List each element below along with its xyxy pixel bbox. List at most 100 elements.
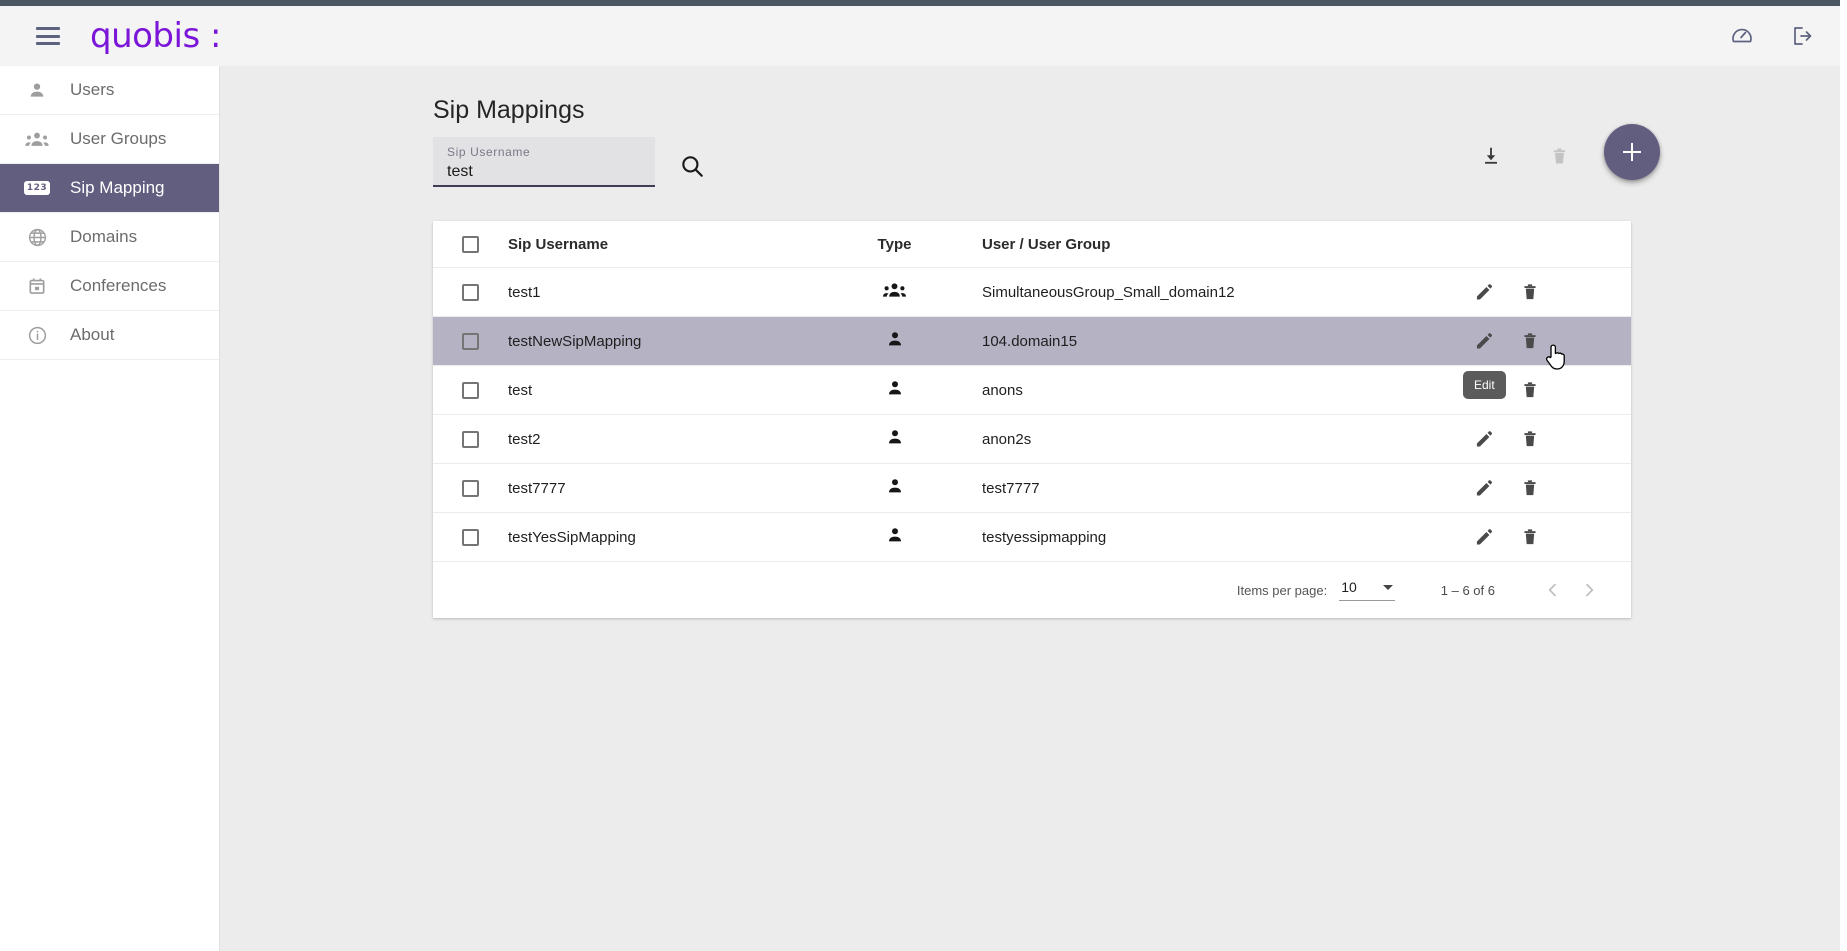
cell-user-group: anons xyxy=(982,381,1023,399)
table-row[interactable]: testYesSipMapping testyessipmapping xyxy=(433,513,1631,562)
row-checkbox[interactable] xyxy=(462,528,479,546)
table-row[interactable]: test1 SimultaneousGroup_Small_domain12 xyxy=(433,268,1631,317)
row-select-cell xyxy=(433,332,508,350)
delete-row-trash-icon[interactable] xyxy=(1517,328,1543,354)
edit-row-pencil-icon[interactable] xyxy=(1471,426,1497,452)
column-header-sip-username[interactable]: Sip Username xyxy=(508,236,863,253)
main-content: Sip Mappings Sip Username test Sip Usern… xyxy=(220,66,1840,951)
row-checkbox[interactable] xyxy=(462,430,479,448)
row-checkbox[interactable] xyxy=(462,283,479,301)
sidebar-item-label: About xyxy=(70,325,115,344)
person-icon xyxy=(886,330,904,352)
delete-row-trash-icon[interactable] xyxy=(1517,426,1543,452)
person-icon xyxy=(886,428,904,450)
row-select-cell xyxy=(433,381,508,399)
hamburger-bar xyxy=(36,34,60,38)
cell-type xyxy=(863,477,926,499)
edit-row-pencil-icon[interactable] xyxy=(1471,279,1497,305)
chevron-down-icon xyxy=(1382,584,1393,590)
cell-type xyxy=(863,281,926,303)
brand-logo[interactable]: quobis : xyxy=(90,16,221,56)
pagination-range-label: 1 – 6 of 6 xyxy=(1440,582,1495,598)
hamburger-bar xyxy=(36,27,60,30)
cell-sip-username: test2 xyxy=(508,430,541,448)
cell-user-group: test7777 xyxy=(982,479,1040,497)
hamburger-bar xyxy=(36,42,60,45)
items-per-page-label: Items per page: xyxy=(1236,582,1328,598)
edit-row-pencil-icon[interactable] xyxy=(1471,524,1497,550)
cell-type xyxy=(863,428,926,450)
sidebar: Users User Groups 123 Sip Mapping Domain… xyxy=(0,66,220,951)
search-icon[interactable] xyxy=(677,151,707,181)
table-row[interactable]: test7777 test7777 xyxy=(433,464,1631,513)
delete-row-trash-icon[interactable] xyxy=(1517,279,1543,305)
search-input[interactable]: Sip Username test xyxy=(433,137,655,187)
row-checkbox[interactable] xyxy=(462,332,479,350)
numbers-123-icon: 123 xyxy=(23,175,51,201)
person-icon xyxy=(24,77,50,103)
scrollbar-gutter xyxy=(1840,0,1847,951)
delete-row-trash-icon[interactable] xyxy=(1517,377,1543,403)
cell-user-group: testyessipmapping xyxy=(982,528,1107,546)
cell-user-group: SimultaneousGroup_Small_domain12 xyxy=(982,283,1235,301)
sidebar-item-label: Sip Mapping xyxy=(70,178,165,197)
table-pagination: Items per page: 10 1 – 6 of 6 xyxy=(433,562,1631,618)
page-title: Sip Mappings xyxy=(433,96,585,124)
person-icon xyxy=(886,477,904,499)
app-header: quobis : xyxy=(0,6,1840,66)
hamburger-icon[interactable] xyxy=(36,27,60,45)
row-select-cell xyxy=(433,283,508,301)
select-all-checkbox[interactable] xyxy=(462,235,479,253)
table-row[interactable]: testNewSipMapping 104.domain15 xyxy=(433,317,1631,366)
next-page-button[interactable] xyxy=(1571,572,1607,608)
cell-user-group: 104.domain15 xyxy=(982,332,1078,350)
edit-row-pencil-icon[interactable] xyxy=(1471,475,1497,501)
edit-tooltip: Edit xyxy=(1463,371,1506,399)
header-actions xyxy=(1730,24,1814,48)
sidebar-item-users[interactable]: Users xyxy=(0,66,219,115)
person-icon xyxy=(886,379,904,401)
cell-sip-username: testYesSipMapping xyxy=(508,528,636,546)
sidebar-item-sip-mapping[interactable]: 123 Sip Mapping xyxy=(0,164,219,213)
group-icon xyxy=(883,281,906,303)
table-row[interactable]: test2 anon2s xyxy=(433,415,1631,464)
numbers-123-glyph: 123 xyxy=(23,181,51,195)
cell-type xyxy=(863,526,926,548)
delete-selected-trash-icon[interactable] xyxy=(1536,133,1582,179)
row-select-cell xyxy=(433,479,508,497)
column-header-user-group[interactable]: User / User Group xyxy=(926,236,1471,253)
row-checkbox[interactable] xyxy=(462,381,479,399)
add-sip-mapping-button[interactable] xyxy=(1604,124,1660,180)
cell-sip-username: test7777 xyxy=(508,479,566,497)
search-area: Sip Username test xyxy=(433,137,707,187)
edit-row-pencil-icon[interactable] xyxy=(1471,328,1497,354)
delete-row-trash-icon[interactable] xyxy=(1517,524,1543,550)
column-header-type[interactable]: Type xyxy=(863,236,926,253)
sidebar-item-label: User Groups xyxy=(70,129,167,148)
cell-sip-username: testNewSipMapping xyxy=(508,332,642,350)
dashboard-speedometer-icon[interactable] xyxy=(1730,24,1754,48)
row-select-cell xyxy=(433,528,508,546)
table-row[interactable]: test anons Edit xyxy=(433,366,1631,415)
sidebar-item-conferences[interactable]: Conferences xyxy=(0,262,219,311)
logout-icon[interactable] xyxy=(1790,24,1814,48)
row-select-cell xyxy=(433,430,508,448)
sidebar-item-label: Users xyxy=(70,80,115,99)
sidebar-item-label: Domains xyxy=(70,227,138,246)
delete-row-trash-icon[interactable] xyxy=(1517,475,1543,501)
row-actions xyxy=(1471,524,1631,550)
cell-sip-username: test xyxy=(508,381,533,399)
row-actions xyxy=(1471,328,1631,354)
sidebar-item-label: Conferences xyxy=(70,276,167,295)
info-circle-icon xyxy=(24,322,50,348)
download-icon[interactable] xyxy=(1468,133,1514,179)
sidebar-item-domains[interactable]: Domains xyxy=(0,213,219,262)
select-all-cell xyxy=(433,235,508,253)
sidebar-item-user-groups[interactable]: User Groups xyxy=(0,115,219,164)
row-checkbox[interactable] xyxy=(462,479,479,497)
sidebar-item-about[interactable]: About xyxy=(0,311,219,360)
previous-page-button[interactable] xyxy=(1535,572,1571,608)
edit-row-pencil-icon[interactable]: Edit xyxy=(1463,371,1506,403)
cell-user-group: anon2s xyxy=(982,430,1032,448)
items-per-page-select[interactable]: 10 xyxy=(1339,579,1395,601)
